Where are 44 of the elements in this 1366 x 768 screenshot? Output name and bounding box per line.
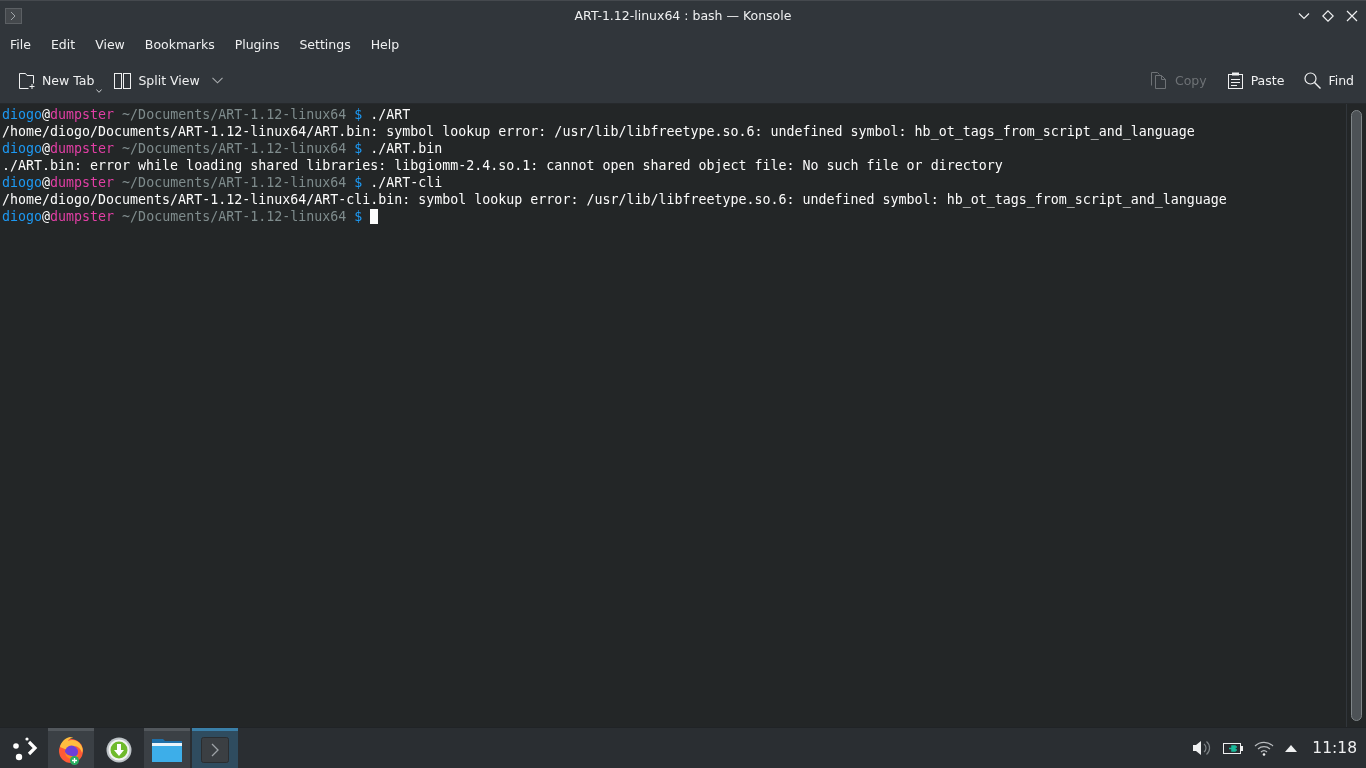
menu-item[interactable]: Edit xyxy=(40,32,86,56)
triangle-up-icon[interactable] xyxy=(1285,744,1298,752)
dots-chevron-icon xyxy=(10,735,38,761)
find-button[interactable]: Find xyxy=(1298,64,1360,97)
taskbar-button[interactable] xyxy=(144,728,190,768)
shell-prompt: diogo@dumpster ~/Documents/ART-1.12-linux64 $ xyxy=(2,141,363,156)
shell-prompt: diogo@dumpster ~/Documents/ART-1.12-linux64 $ xyxy=(2,175,363,190)
speaker-icon[interactable] xyxy=(1193,740,1213,756)
shell-prompt: diogo@dumpster ~/Documents/ART-1.12-linux64 $ xyxy=(2,209,363,224)
plus-badge-icon xyxy=(70,756,79,765)
new-tab-icon xyxy=(18,72,35,89)
split-view-button[interactable]: Split View xyxy=(108,64,229,97)
terminal-output: ./ART.bin: error while loading shared libraries: libgiomm-2.4.so.1: cannot open shared object file: No such file or directory xyxy=(2,158,1003,173)
terminal-command: ./ART.bin xyxy=(370,141,443,156)
menu-item[interactable]: View xyxy=(85,32,135,56)
taskbar-button[interactable] xyxy=(48,728,94,768)
down-arrow-disc-icon xyxy=(106,736,132,763)
menu-item[interactable]: Plugins xyxy=(224,32,290,56)
clock-time[interactable]: 11:18 xyxy=(1312,739,1357,757)
terminal-command: ./ART-cli xyxy=(370,175,443,190)
close-icon[interactable] xyxy=(1346,9,1358,22)
new-tab-button[interactable]: New Tab xyxy=(12,64,109,97)
flame-globe-icon xyxy=(57,735,85,764)
folder-icon xyxy=(151,736,183,763)
terminal-output: /home/diogo/Documents/ART-1.12-linux64/ART.bin: symbol lookup error: /usr/lib/libfreetype.so.6: undefined symbol: hb_ot_tags_from_script_and_language xyxy=(2,124,1195,139)
battery-plug-icon[interactable] xyxy=(1223,742,1244,754)
terminal-output: /home/diogo/Documents/ART-1.12-linux64/ART-cli.bin: symbol lookup error: /usr/lib/libfreetype.so.6: undefined symbol: hb_ot_tags_from_script_and_language xyxy=(2,192,1227,207)
menu-item[interactable]: Help xyxy=(360,32,410,56)
menu-item[interactable]: Bookmarks xyxy=(134,32,225,56)
copy-icon xyxy=(1150,72,1168,89)
maximize-icon[interactable] xyxy=(1322,9,1334,22)
terminal-icon xyxy=(201,736,229,763)
shell-prompt: diogo@dumpster ~/Documents/ART-1.12-linux64 $ xyxy=(2,107,363,122)
paste-button[interactable]: Paste xyxy=(1220,64,1291,97)
terminal-command: ./ART xyxy=(370,107,411,122)
scrollbar-thumb[interactable] xyxy=(1351,110,1362,721)
clipboard-icon xyxy=(1226,72,1244,89)
menu-item[interactable]: Settings xyxy=(289,32,361,56)
window-title: ART-1.12-linux64 : bash — Konsole xyxy=(574,8,792,23)
terminal-icon xyxy=(5,7,22,24)
wifi-icon[interactable] xyxy=(1254,740,1275,756)
search-icon xyxy=(1304,72,1322,89)
split-panes-icon xyxy=(114,72,132,89)
menu-item[interactable]: File xyxy=(0,32,41,56)
